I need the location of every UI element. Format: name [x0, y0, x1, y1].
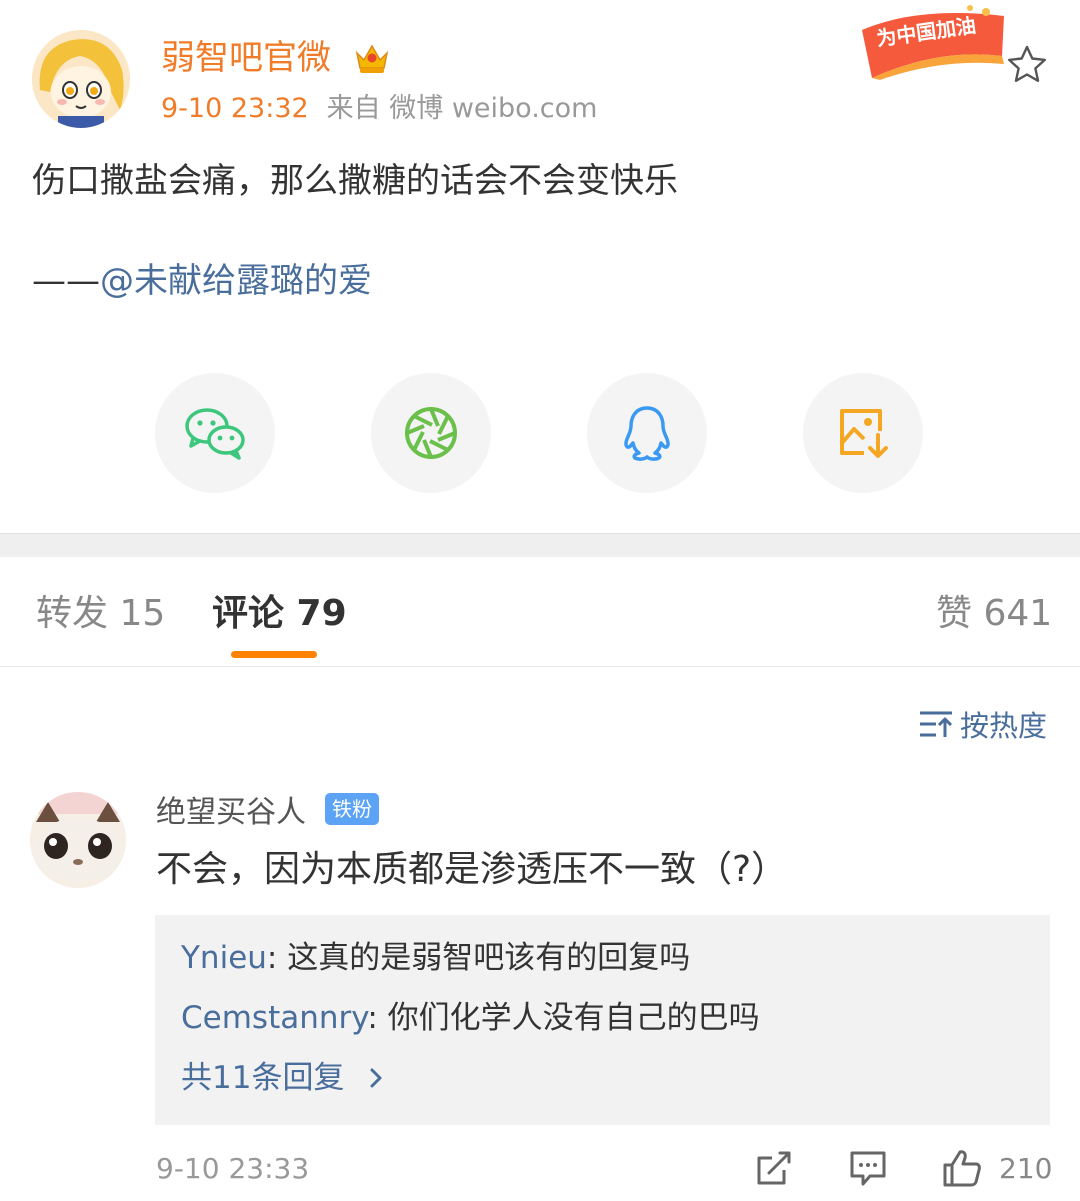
section-divider — [0, 533, 1080, 557]
wechat-icon — [185, 408, 245, 460]
sort-icon — [920, 711, 953, 737]
post-source: 来自 微博 weibo.com — [326, 93, 598, 124]
post-time: 9-10 23:32 — [161, 93, 309, 124]
mention-link[interactable]: @未献给露璐的爱 — [100, 261, 372, 301]
comment-avatar[interactable] — [30, 792, 126, 888]
post-tabs: 转发 15 评论 79 赞 641 — [0, 557, 1080, 667]
qq-icon — [624, 406, 670, 461]
reply-comment-icon[interactable] — [848, 1148, 888, 1188]
reply-username[interactable]: Cemstannry — [181, 1000, 367, 1036]
moments-icon — [405, 407, 457, 459]
share-wechat-button[interactable] — [155, 373, 275, 493]
post-meta: 9-10 23:32 来自 微博 weibo.com — [161, 92, 597, 126]
comment-text: 不会，因为本质都是渗透压不一致（?） — [156, 849, 788, 890]
post-header: 弱智吧官微 9-10 23:32 来自 微博 weibo.com 为中国加油 — [0, 0, 1080, 140]
like-count: 210 — [999, 1152, 1053, 1185]
save-image-icon — [840, 409, 888, 458]
vip-crown-icon — [355, 44, 389, 73]
repost-comment-icon[interactable] — [754, 1148, 794, 1188]
chevron-right-icon — [370, 1068, 382, 1088]
star-favorite-icon[interactable] — [1006, 44, 1048, 84]
author-avatar[interactable] — [32, 30, 130, 128]
author-name[interactable]: 弱智吧官微 — [161, 36, 331, 80]
avatar-cat-icon — [30, 792, 126, 888]
tab-likes[interactable]: 赞 641 — [936, 591, 1052, 637]
comment-time: 9-10 23:33 — [156, 1152, 310, 1185]
tab-comments[interactable]: 评论 79 — [212, 591, 347, 637]
share-qq-button[interactable] — [587, 373, 707, 493]
attribution-prefix: —— — [32, 261, 100, 301]
share-moments-button[interactable] — [371, 373, 491, 493]
sort-by-hot-button[interactable]: 按热度 — [918, 704, 1047, 744]
like-thumb-icon[interactable] — [942, 1148, 982, 1188]
post-text: 伤口撒盐会痛，那么撒糖的话会不会变快乐 — [32, 161, 678, 201]
active-tab-indicator — [231, 651, 317, 658]
more-replies-label: 共11条回复 — [181, 1060, 345, 1096]
cheer-badge: 为中国加油 — [858, 4, 1008, 80]
save-image-button[interactable] — [803, 373, 923, 493]
reply-item: Ynieu: 这真的是弱智吧该有的回复吗 — [181, 937, 690, 979]
view-all-replies-link[interactable]: 共11条回复 — [181, 1057, 386, 1099]
reply-username[interactable]: Ynieu — [181, 940, 267, 976]
post-attribution: ——@未献给露璐的爱 — [32, 258, 372, 304]
reply-text: : 你们化学人没有自己的巴吗 — [367, 1000, 760, 1036]
sort-label: 按热度 — [960, 709, 1048, 743]
fan-badge: 铁粉 — [325, 793, 379, 825]
tab-repost[interactable]: 转发 15 — [36, 591, 165, 637]
reply-item: Cemstannry: 你们化学人没有自己的巴吗 — [181, 997, 760, 1039]
comment-username[interactable]: 绝望买谷人 — [156, 792, 306, 834]
avatar-cartoon-girl-icon — [32, 30, 130, 128]
reply-preview-box[interactable]: Ynieu: 这真的是弱智吧该有的回复吗 Cemstannry: 你们化学人没有… — [155, 915, 1050, 1125]
reply-text: : 这真的是弱智吧该有的回复吗 — [266, 940, 691, 976]
